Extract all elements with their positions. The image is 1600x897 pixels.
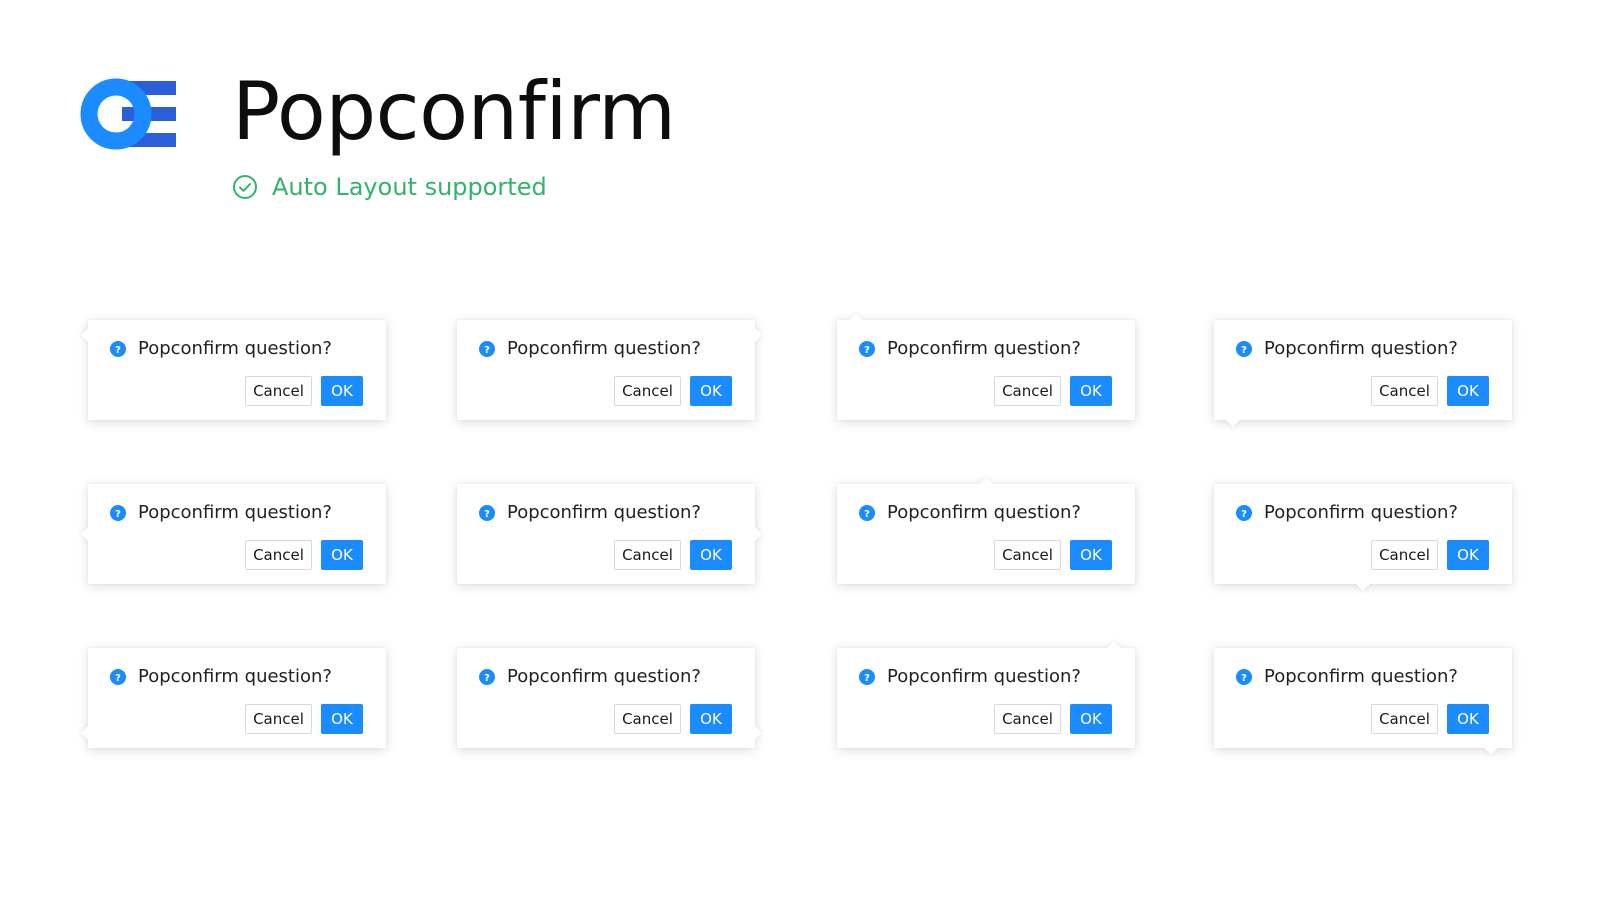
popconfirm-top-right: ? Popconfirm question? Cancel OK: [837, 640, 1135, 748]
popconfirm-question: Popconfirm question?: [507, 338, 701, 359]
cancel-button[interactable]: Cancel: [994, 704, 1061, 734]
svg-text:?: ?: [115, 345, 121, 356]
cancel-button[interactable]: Cancel: [994, 376, 1061, 406]
svg-text:?: ?: [484, 509, 490, 520]
question-circle-icon: ?: [1236, 340, 1252, 357]
popconfirm-question: Popconfirm question?: [887, 666, 1081, 687]
svg-text:?: ?: [1241, 509, 1247, 520]
popconfirm-bottom-right: ? Popconfirm question? Cancel OK: [1214, 648, 1512, 756]
popconfirm-question: Popconfirm question?: [138, 666, 332, 687]
popconfirm-question: Popconfirm question?: [887, 338, 1081, 359]
question-circle-icon: ?: [859, 504, 875, 521]
popconfirm-question: Popconfirm question?: [507, 666, 701, 687]
cancel-button[interactable]: Cancel: [994, 540, 1061, 570]
popconfirm-question: Popconfirm question?: [887, 502, 1081, 523]
cancel-button[interactable]: Cancel: [245, 376, 312, 406]
cancel-button[interactable]: Cancel: [245, 540, 312, 570]
ok-button[interactable]: OK: [690, 376, 732, 406]
question-circle-icon: ?: [479, 668, 495, 685]
ok-button[interactable]: OK: [321, 704, 363, 734]
popconfirm-right: ? Popconfirm question? Cancel OK: [457, 484, 763, 584]
ok-button[interactable]: OK: [1447, 704, 1489, 734]
cancel-button[interactable]: Cancel: [1371, 376, 1438, 406]
ok-button[interactable]: OK: [1447, 540, 1489, 570]
question-circle-icon: ?: [479, 504, 495, 521]
ok-button[interactable]: OK: [321, 376, 363, 406]
question-circle-icon: ?: [1236, 504, 1252, 521]
cancel-button[interactable]: Cancel: [1371, 704, 1438, 734]
ok-button[interactable]: OK: [690, 540, 732, 570]
cancel-button[interactable]: Cancel: [614, 704, 681, 734]
question-circle-icon: ?: [110, 504, 126, 521]
popconfirm-left-bottom: ? Popconfirm question? Cancel OK: [80, 648, 386, 748]
svg-text:?: ?: [484, 345, 490, 356]
popconfirm-question: Popconfirm question?: [1264, 502, 1458, 523]
popconfirm-left-top: ? Popconfirm question? Cancel OK: [80, 320, 386, 420]
ok-button[interactable]: OK: [1070, 704, 1112, 734]
question-circle-icon: ?: [1236, 668, 1252, 685]
popconfirm-top: ? Popconfirm question? Cancel OK: [837, 476, 1135, 584]
ok-button[interactable]: OK: [1447, 376, 1489, 406]
popconfirm-top-left: ? Popconfirm question? Cancel OK: [837, 312, 1135, 420]
cancel-button[interactable]: Cancel: [614, 540, 681, 570]
ok-button[interactable]: OK: [321, 540, 363, 570]
popconfirm-question: Popconfirm question?: [507, 502, 701, 523]
popconfirm-bottom-left: ? Popconfirm question? Cancel OK: [1214, 320, 1512, 428]
svg-text:?: ?: [864, 509, 870, 520]
cancel-button[interactable]: Cancel: [1371, 540, 1438, 570]
svg-text:?: ?: [864, 673, 870, 684]
popconfirm-right-top: ? Popconfirm question? Cancel OK: [457, 320, 763, 420]
popconfirm-bottom: ? Popconfirm question? Cancel OK: [1214, 484, 1512, 592]
cancel-button[interactable]: Cancel: [245, 704, 312, 734]
question-circle-icon: ?: [110, 340, 126, 357]
question-circle-icon: ?: [479, 340, 495, 357]
popconfirm-question: Popconfirm question?: [1264, 666, 1458, 687]
question-circle-icon: ?: [859, 340, 875, 357]
popconfirm-question: Popconfirm question?: [138, 338, 332, 359]
svg-text:?: ?: [864, 345, 870, 356]
popconfirm-grid: ? Popconfirm question? Cancel OK ? Popco…: [0, 0, 1600, 897]
svg-text:?: ?: [484, 673, 490, 684]
popconfirm-question: Popconfirm question?: [138, 502, 332, 523]
svg-text:?: ?: [115, 509, 121, 520]
cancel-button[interactable]: Cancel: [614, 376, 681, 406]
ok-button[interactable]: OK: [1070, 540, 1112, 570]
question-circle-icon: ?: [859, 668, 875, 685]
svg-text:?: ?: [115, 673, 121, 684]
question-circle-icon: ?: [110, 668, 126, 685]
popconfirm-left: ? Popconfirm question? Cancel OK: [80, 484, 386, 584]
svg-text:?: ?: [1241, 673, 1247, 684]
ok-button[interactable]: OK: [1070, 376, 1112, 406]
svg-text:?: ?: [1241, 345, 1247, 356]
popconfirm-right-bottom: ? Popconfirm question? Cancel OK: [457, 648, 763, 748]
popconfirm-question: Popconfirm question?: [1264, 338, 1458, 359]
ok-button[interactable]: OK: [690, 704, 732, 734]
